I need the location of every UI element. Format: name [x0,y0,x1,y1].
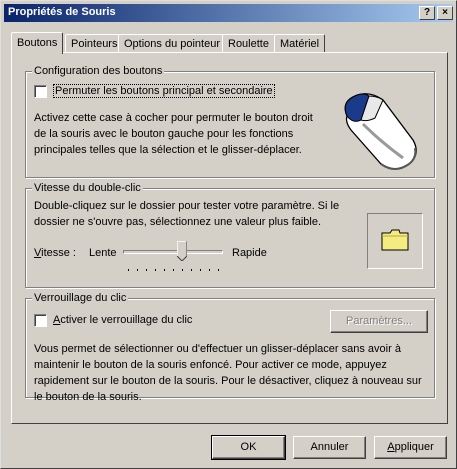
click-lock-description: Vous permet de sélectionner ou d'effectu… [34,343,422,403]
slider-track [123,250,223,254]
folder-icon[interactable] [381,229,409,251]
help-button[interactable]: ? [419,6,435,20]
window-title: Propriétés de Souris [8,6,116,18]
click-lock-settings-button[interactable]: Paramètres... [330,310,428,333]
double-click-group-label: Vitesse du double-clic [32,182,143,194]
ok-button[interactable]: OK [211,435,286,460]
double-click-speed-slider[interactable] [123,241,227,273]
click-lock-checkbox[interactable] [34,314,47,327]
close-button[interactable]: × [437,6,453,20]
click-lock-group: Verrouillage du clic Activer le verrouil… [25,292,435,403]
slider-tick [191,269,192,271]
slider-tick [146,269,147,271]
apply-button[interactable]: Appliquer [374,436,447,459]
slider-tick [218,269,219,271]
slider-tick [128,269,129,271]
buttons-config-description: Activez cette case à cocher pour permute… [34,112,313,156]
title-bar[interactable]: Propriétés de Souris ? × [4,4,453,22]
mouse-icon [344,93,417,170]
tab-roulette[interactable]: Roulette [222,34,275,53]
slider-ticks [123,269,223,271]
tab-pointeurs[interactable]: Pointeurs [65,34,124,53]
mouse-properties-dialog: Propriétés de Souris ? × Boutons Pointeu… [0,0,457,469]
slow-label: Lente [89,247,117,259]
slider-tick [137,269,138,271]
double-click-group: Vitesse du double-clic Double-cliquez su… [25,182,435,288]
fast-label: Rapide [232,247,267,259]
slider-tick [182,269,183,271]
tab-boutons[interactable]: Boutons [11,32,64,54]
buttons-config-group-label: Configuration des boutons [32,65,165,77]
slider-thumb[interactable] [177,241,187,261]
double-click-description: Double-cliquez sur le dossier pour teste… [34,200,340,228]
speed-label: Vitesse : [34,247,76,259]
slider-tick [200,269,201,271]
click-lock-group-label: Verrouillage du clic [32,292,129,304]
tab-materiel[interactable]: Matériel [274,34,326,53]
swap-buttons-label[interactable]: Permuter les boutons principal et second… [53,83,275,99]
cancel-button[interactable]: Annuler [293,436,366,459]
buttons-config-group: Configuration des boutons Permuter les b… [25,65,435,178]
swap-buttons-checkbox[interactable] [34,85,47,98]
test-folder-area[interactable] [367,213,423,269]
slider-tick [164,269,165,271]
slider-tick [173,269,174,271]
slider-tick [155,269,156,271]
slider-tick [209,269,210,271]
tab-options-du-pointeur[interactable]: Options du pointeur [118,34,227,53]
tab-panel-boutons: Configuration des boutons Permuter les b… [11,52,448,424]
click-lock-label[interactable]: Activer le verrouillage du clic [53,312,192,328]
